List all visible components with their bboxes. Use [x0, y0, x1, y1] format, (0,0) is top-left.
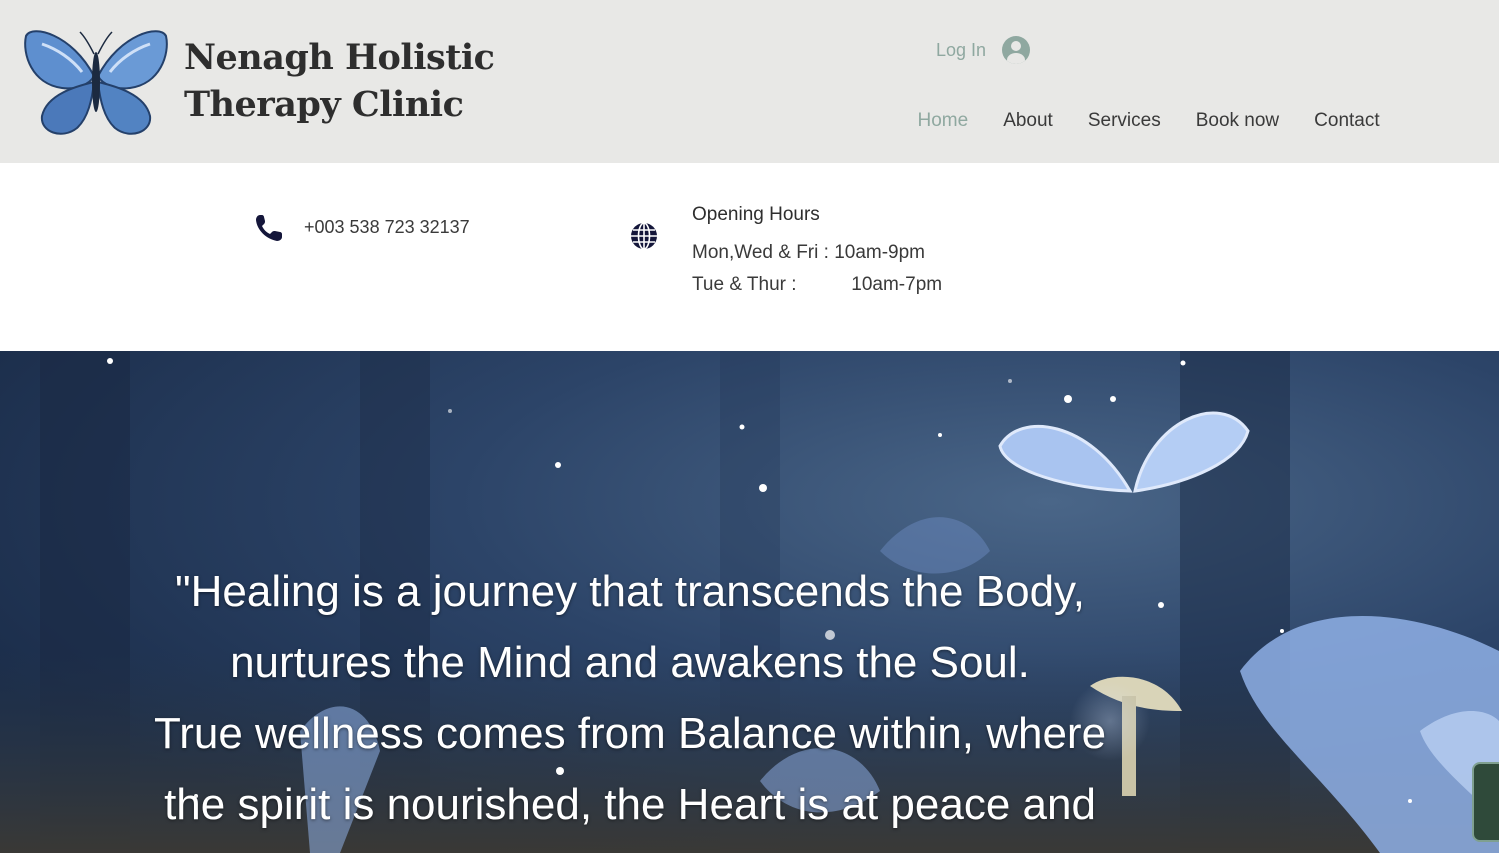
login-label: Log In	[936, 39, 987, 60]
main-nav: Home About Services Book now Contact	[900, 110, 1397, 132]
hours-row: Tue & Thur : 10am-7pm	[692, 274, 942, 296]
quote-line: nurtures the Mind and awakens the Soul.	[230, 638, 1030, 687]
nav-item-services[interactable]: Services	[1070, 110, 1178, 132]
hours-days: Tue & Thur :	[692, 274, 797, 295]
nav-item-contact[interactable]: Contact	[1297, 110, 1397, 132]
hero-quote: "Healing is a journey that transcends th…	[0, 556, 1260, 840]
quote-line: True wellness comes from Balance within,…	[153, 709, 1107, 758]
nav-item-book-now[interactable]: Book now	[1178, 110, 1296, 132]
hours-title: Opening Hours	[692, 204, 820, 225]
globe-icon	[631, 222, 657, 250]
hours-time: 10am-9pm	[834, 242, 926, 263]
quote-line: the spirit is nourished, the Heart is at…	[164, 780, 1096, 829]
site-header: Nenagh Holistic Therapy Clinic Log In Ho…	[0, 0, 1499, 163]
site-title-line2: Therapy Clinic	[184, 84, 464, 125]
login-button[interactable]: Log In	[936, 35, 1031, 65]
user-avatar-icon[interactable]	[1002, 36, 1031, 64]
quote-line: "Healing is a journey that transcends th…	[175, 567, 1085, 616]
hours-row: Mon,Wed & Fri : 10am-9pm	[692, 242, 925, 264]
contact-strip: +003 538 723 32137 Opening Hours Mon,Wed…	[0, 163, 1499, 351]
site-title-line1: Nenagh Holistic	[184, 37, 495, 78]
nav-item-home[interactable]: Home	[900, 110, 986, 132]
nav-item-about[interactable]: About	[986, 110, 1071, 132]
hours-days: Mon,Wed & Fri :	[692, 242, 829, 263]
butterfly-logo[interactable]	[22, 24, 170, 140]
chat-widget-button[interactable]	[1472, 762, 1499, 842]
hours-time: 10am-7pm	[851, 274, 943, 295]
site-title[interactable]: Nenagh Holistic Therapy Clinic	[184, 34, 495, 128]
phone-number[interactable]: +003 538 723 32137	[304, 217, 470, 238]
hero-section: "Healing is a journey that transcends th…	[0, 351, 1499, 853]
phone-icon	[256, 215, 282, 241]
